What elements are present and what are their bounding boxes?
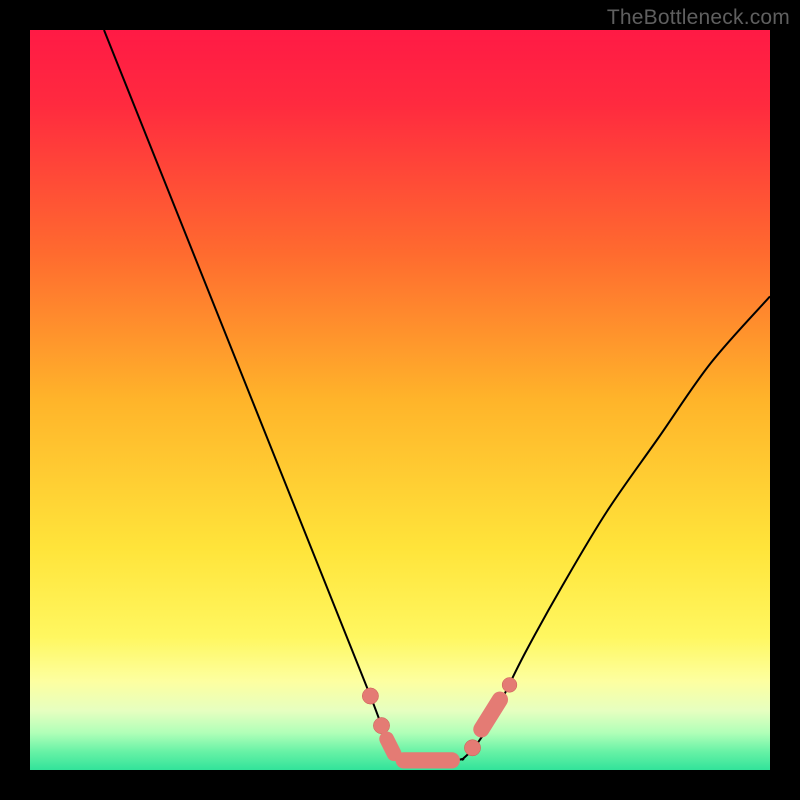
marker-dot — [373, 717, 389, 733]
plot-area — [30, 30, 770, 770]
marker-dot — [464, 740, 480, 756]
bottleneck-curve — [30, 30, 770, 770]
marker-capsule — [481, 700, 500, 730]
outer-frame: TheBottleneck.com — [0, 0, 800, 800]
watermark-text: TheBottleneck.com — [607, 6, 790, 30]
marker-dot — [502, 678, 517, 693]
curve-path — [104, 30, 770, 762]
marker-dot — [362, 688, 378, 704]
marker-capsule — [387, 739, 394, 754]
